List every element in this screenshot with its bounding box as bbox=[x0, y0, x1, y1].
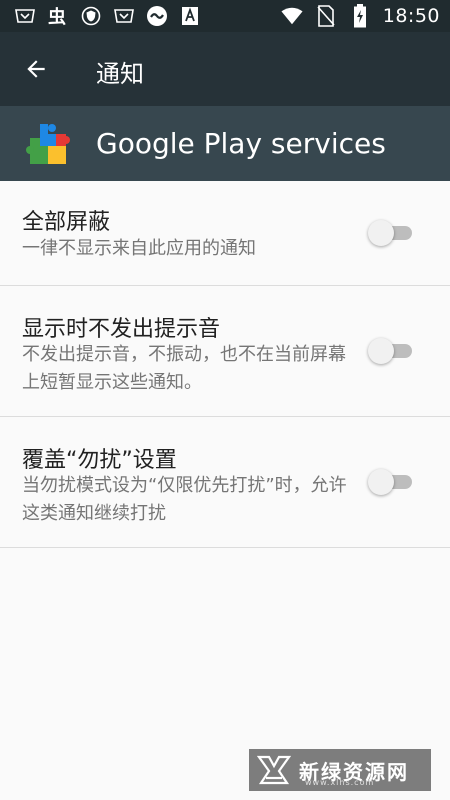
no-sim-icon bbox=[315, 5, 337, 27]
watermark-url: www.xlhs.com bbox=[305, 778, 375, 787]
app-name: Google Play services bbox=[96, 127, 386, 160]
setting-summary: 当勿扰模式设为“仅限优先打扰”时，允许这类通知继续打扰 bbox=[22, 475, 347, 524]
wifi-icon bbox=[281, 5, 303, 27]
battery-charging-icon bbox=[349, 4, 371, 28]
notification-app-icon bbox=[179, 5, 201, 27]
status-bar-notification-icons: 虫 bbox=[14, 5, 201, 27]
shield-icon bbox=[80, 5, 102, 27]
page-title: 通知 bbox=[96, 60, 144, 88]
setting-title: 全部屏蔽 bbox=[22, 210, 111, 235]
status-bar-system-icons: 18:50 bbox=[281, 4, 440, 28]
setting-title: 覆盖“勿扰”设置 bbox=[22, 448, 177, 473]
toolbar: 通知 bbox=[0, 32, 450, 106]
notification-app-icon: 虫 bbox=[47, 5, 69, 27]
block-all-toggle[interactable] bbox=[368, 219, 416, 247]
watermark: 新绿资源网 www.xlhs.com bbox=[249, 749, 431, 791]
switch-thumb bbox=[368, 220, 394, 246]
switch-thumb bbox=[368, 338, 394, 364]
setting-block-all[interactable]: 全部屏蔽 一律不显示来自此应用的通知 bbox=[0, 181, 450, 286]
google-play-services-icon bbox=[26, 124, 70, 164]
setting-silent[interactable]: 显示时不发出提示音 不发出提示音，不振动，也不在当前屏幕上短暂显示这些通知。 bbox=[0, 286, 450, 417]
notification-app-icon bbox=[14, 5, 36, 27]
silent-toggle[interactable] bbox=[368, 337, 416, 365]
setting-override-dnd[interactable]: 覆盖“勿扰”设置 当勿扰模式设为“仅限优先打扰”时，允许这类通知继续打扰 bbox=[0, 417, 450, 548]
status-bar-time: 18:50 bbox=[382, 5, 440, 27]
setting-title: 显示时不发出提示音 bbox=[22, 317, 221, 342]
status-bar: 虫 18:50 bbox=[0, 0, 450, 32]
cast-icon bbox=[146, 5, 168, 27]
switch-thumb bbox=[368, 469, 394, 495]
notification-app-icon bbox=[113, 5, 135, 27]
arrow-back-icon bbox=[27, 60, 45, 78]
setting-summary: 不发出提示音，不振动，也不在当前屏幕上短暂显示这些通知。 bbox=[22, 344, 346, 393]
back-button[interactable] bbox=[14, 47, 58, 91]
notification-settings-screen: 虫 18:50 通知 Google Play services 全部屏蔽 一律不… bbox=[0, 0, 450, 800]
watermark-logo-icon bbox=[257, 755, 291, 785]
app-header: Google Play services bbox=[0, 106, 450, 181]
svg-text:虫: 虫 bbox=[48, 6, 66, 27]
setting-summary: 一律不显示来自此应用的通知 bbox=[22, 238, 256, 259]
override-dnd-toggle[interactable] bbox=[368, 468, 416, 496]
